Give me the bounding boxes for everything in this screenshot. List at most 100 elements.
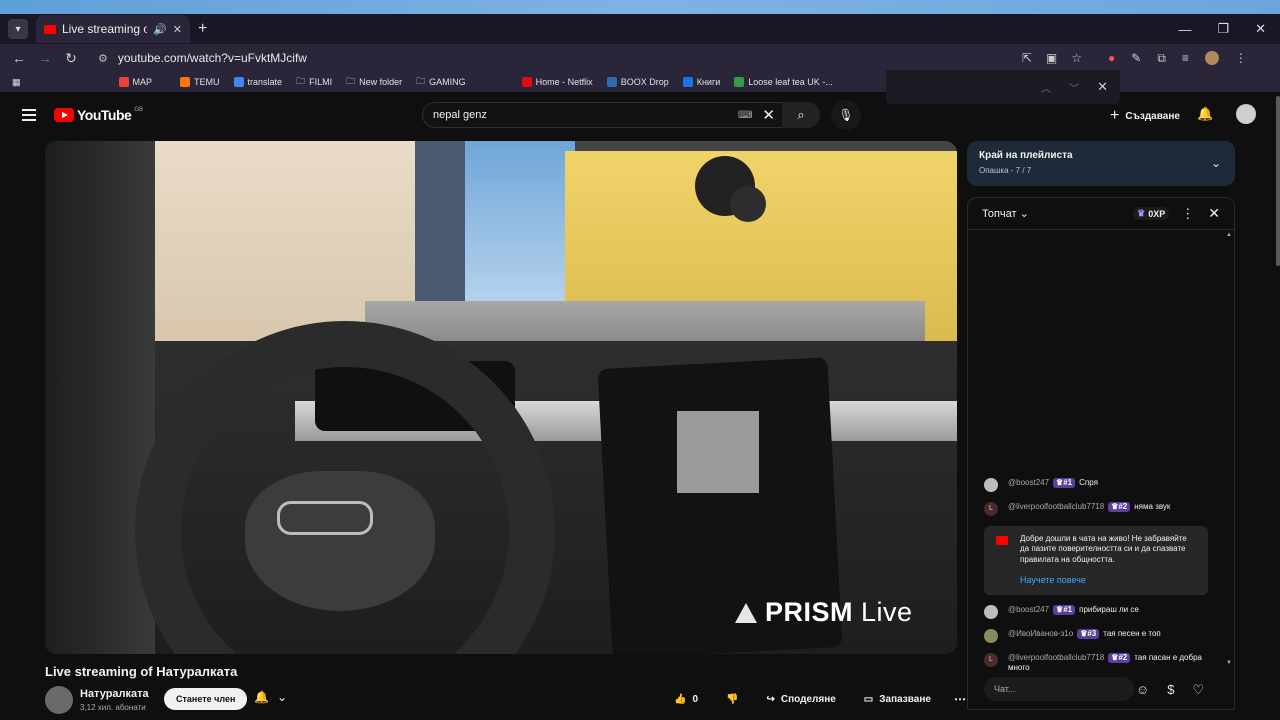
dislike-button[interactable]: 👎 (716, 688, 748, 710)
find-next-icon[interactable]: ﹀ (1069, 80, 1079, 95)
forward-arrow-icon[interactable]: → (32, 50, 58, 66)
channel-subscribers: 3,12 хил. абонати (80, 703, 146, 712)
like-button[interactable]: 👍 0 (664, 688, 708, 710)
chat-input[interactable]: Чат... (984, 677, 1134, 701)
chat-scroll-down-icon[interactable]: ▼ (1226, 660, 1232, 666)
user-avatar[interactable] (984, 628, 998, 643)
bookmark-star-icon[interactable]: ☆ (1071, 51, 1082, 65)
bookmark-filmi[interactable]: 🗀 FILMI (296, 74, 332, 90)
search-query: nepal genz (433, 109, 487, 121)
youtube-play-icon (54, 108, 74, 122)
youtube-logo[interactable]: YouTube GB (54, 107, 143, 123)
omnibox[interactable]: ⚙ youtube.com/watch?v=uFvktMJcifw ⇱ ▣ ☆ (90, 46, 1090, 70)
chat-mode-dropdown[interactable]: Топчат ⌄ (982, 207, 1029, 221)
clear-search-icon[interactable]: ✕ (762, 106, 775, 124)
chat-options-icon[interactable]: ⋮ (1181, 206, 1194, 222)
bookmark-translate[interactable]: translate (233, 77, 282, 87)
bookmark-tea[interactable]: Loose leaf tea UK -... (734, 77, 833, 87)
apps-grid-icon[interactable]: ▦ (12, 77, 21, 88)
folder-icon: 🗀 (346, 76, 356, 86)
chat-input-actions: ☺ $ ♡ (1136, 682, 1204, 698)
new-tab-button[interactable]: + (198, 20, 207, 38)
install-app-icon[interactable]: ⇱ (1022, 51, 1032, 65)
video-scene-tower (415, 141, 465, 311)
video-title: Live streaming of Натуралката (45, 664, 238, 679)
video-scene-album-art (677, 411, 759, 493)
share-button[interactable]: ↪ Споделяне (756, 688, 845, 710)
chat-welcome-notice: Добре дошли в чата на живо! Не забравяйт… (984, 526, 1208, 595)
close-window-icon[interactable]: ✕ (1255, 21, 1266, 37)
back-arrow-icon[interactable]: ← (6, 50, 32, 66)
plus-icon: + (1110, 107, 1120, 124)
like-count: 0 (692, 693, 699, 705)
bookmark-netflix[interactable]: Home - Netflix (521, 77, 593, 87)
folder-icon: 🗀 (416, 76, 426, 86)
save-button[interactable]: ▭ Запазване (854, 688, 941, 710)
search-icon: ⌕ (797, 107, 805, 122)
voice-search-button[interactable]: 🎙 (831, 100, 861, 130)
bookmark-gaming[interactable]: 🗀 GAMING (416, 74, 466, 90)
menu-hamburger-icon[interactable] (22, 109, 36, 121)
user-avatar[interactable]: L (984, 502, 998, 516)
join-button[interactable]: Станете член (164, 688, 248, 710)
rank-badge: ♛#2 (1108, 652, 1131, 664)
video-scene-a-pillar (45, 141, 155, 654)
playlist-title: Край на плейлиста (979, 150, 1073, 161)
browser-menu-icon[interactable]: ⋮ (1235, 51, 1247, 65)
subscription-bell-button[interactable]: 🔔 ⌄ (254, 690, 287, 704)
find-close-icon[interactable]: ✕ (1097, 79, 1108, 95)
reading-list-icon[interactable]: ≡ (1182, 51, 1189, 65)
chat-scroll-up-icon[interactable]: ▲ (1226, 232, 1232, 238)
boox-icon (606, 77, 617, 87)
user-avatar[interactable] (1236, 104, 1256, 124)
bookmark-boox[interactable]: BOOX Drop (606, 77, 669, 87)
thumbs-up-icon: 👍 (674, 693, 687, 705)
emoji-icon[interactable]: ☺ (1136, 682, 1149, 698)
bookmark-map[interactable]: MAP (118, 77, 152, 87)
extension-pen-icon[interactable]: ✎ (1131, 51, 1141, 65)
playlist-panel[interactable]: Край на плейлиста Опашка - 7 / 7 ⌄ (967, 141, 1235, 186)
youtube-header: YouTube GB nepal genz ⌨ ✕ ⌕ 🎙 + Създаван… (0, 96, 1270, 134)
chat-message: @boost247 ♛#1 Спря (984, 478, 1218, 492)
channel-name[interactable]: Натуралката (80, 688, 149, 700)
find-prev-icon[interactable]: ︿ (1041, 80, 1051, 95)
page-scrollbar[interactable] (1276, 96, 1280, 266)
keyboard-icon[interactable]: ⌨ (738, 110, 752, 121)
super-chat-icon[interactable]: $ (1167, 682, 1174, 698)
site-info-icon[interactable]: ⚙ (98, 52, 108, 65)
page-action-icon[interactable]: ▣ (1046, 51, 1057, 65)
bookmark-new-folder[interactable]: 🗀 New folder (346, 74, 402, 90)
heart-icon[interactable]: ♡ (1193, 682, 1205, 698)
user-avatar[interactable]: L (984, 652, 998, 667)
xp-badge[interactable]: ♛ 0XP (1133, 207, 1170, 220)
video-player[interactable]: PRISM Live (45, 141, 957, 654)
reload-icon[interactable]: ↻ (58, 50, 84, 67)
profile-avatar[interactable] (1204, 51, 1219, 65)
create-button[interactable]: + Създаване (1102, 104, 1188, 128)
close-chat-icon[interactable]: ✕ (1208, 205, 1220, 222)
learn-more-link[interactable]: Научете повече (1020, 575, 1198, 587)
minimize-icon[interactable]: — (1178, 22, 1191, 37)
close-tab-icon[interactable]: ✕ (173, 23, 182, 36)
notifications-bell-icon[interactable]: 🔔 (1197, 106, 1213, 122)
restore-icon[interactable]: ❐ (1217, 21, 1229, 37)
search-input[interactable]: nepal genz ⌨ ✕ (422, 102, 786, 128)
temu-icon (180, 77, 191, 87)
tab-search-button[interactable]: ▾ (8, 19, 28, 39)
user-avatar[interactable] (984, 604, 998, 619)
extensions-puzzle-icon[interactable]: ⧉ (1157, 51, 1166, 66)
map-pin-icon (118, 77, 129, 87)
search-button[interactable]: ⌕ (782, 102, 820, 128)
extension-shield-icon[interactable]: ● (1108, 51, 1115, 65)
audio-playing-icon[interactable]: 🔊 (153, 23, 167, 36)
bookmark-temu[interactable]: TEMU (180, 77, 220, 87)
mic-icon: 🎙 (838, 108, 854, 122)
channel-avatar[interactable] (45, 686, 73, 714)
translate-icon (233, 77, 244, 87)
user-avatar[interactable] (984, 478, 998, 492)
bookmark-knigi[interactable]: Книги (682, 77, 720, 87)
video-actions: 👍 0 👎 ↪ Споделяне ▭ Запазване ⋯ (664, 688, 971, 710)
share-arrow-icon: ↪ (766, 693, 775, 705)
active-tab[interactable]: Live streaming of Натуралк 🔊 ✕ (36, 15, 190, 43)
expand-chevron-icon[interactable]: ⌄ (1211, 156, 1221, 170)
